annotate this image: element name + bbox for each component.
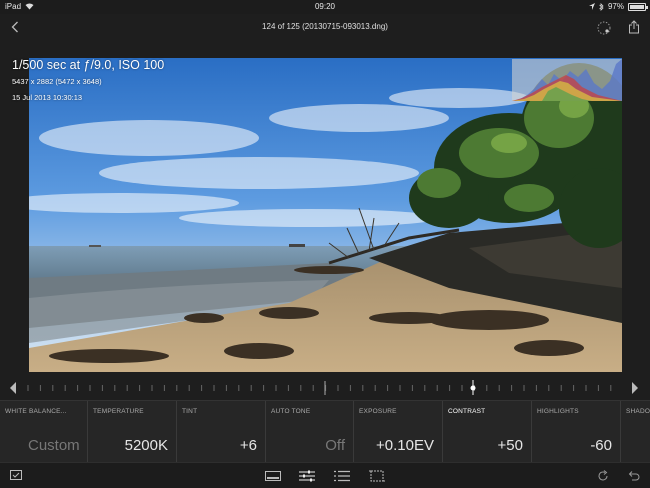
- adjustment-value: +6: [239, 437, 257, 454]
- adjustment-label: CONTRAST: [448, 408, 486, 415]
- bottom-toolbar: [0, 462, 650, 488]
- clock: 09:20: [314, 2, 336, 11]
- bluetooth-icon: [599, 2, 604, 11]
- battery-percent: 97%: [607, 2, 624, 11]
- slider-thumb[interactable]: [470, 380, 476, 395]
- adjustments-strip: WHITE BALANCE... Custom TEMPERATURE 5200K TI…: [0, 400, 650, 463]
- adjustment-shado[interactable]: SHADO: [621, 401, 650, 463]
- adjustment-label: TINT: [182, 408, 198, 415]
- adjustment-auto-tone[interactable]: AUTO TONE Off: [266, 401, 354, 463]
- redo-icon[interactable]: [596, 469, 610, 483]
- crop-icon[interactable]: [369, 468, 385, 484]
- undo-icon[interactable]: [627, 469, 641, 483]
- image-dimensions: 5437 x 2882 (5472 x 3648): [12, 77, 102, 86]
- presets-list-icon[interactable]: [334, 469, 350, 483]
- adjustment-label: WHITE BALANCE...: [5, 408, 67, 415]
- adjustment-label: EXPOSURE: [359, 408, 397, 415]
- status-bar: iPad 09:20 97%: [0, 0, 650, 14]
- adjustment-value: Custom: [28, 437, 80, 454]
- flag-icon[interactable]: [9, 469, 23, 481]
- exposure-info: 1/500 sec at ƒ/9.0, ISO 100: [12, 58, 165, 72]
- adjustment-label: HIGHLIGHTS: [537, 408, 579, 415]
- adjustment-value: -60: [590, 437, 612, 454]
- adjustment-temperature[interactable]: TEMPERATURE 5200K: [88, 401, 177, 463]
- adjustment-value: Off: [325, 437, 345, 454]
- activity-spinner-icon[interactable]: [596, 20, 612, 36]
- photo-canvas[interactable]: [29, 58, 622, 372]
- capture-date: 15 Jul 2013 10:30:13: [12, 93, 83, 102]
- location-icon: [588, 3, 595, 10]
- share-icon[interactable]: [627, 19, 641, 35]
- adjustment-value: +50: [497, 437, 523, 454]
- adjustment-label: TEMPERATURE: [93, 408, 144, 415]
- navigation-bar: 124 of 125 (20130715-093013.dng): [0, 14, 650, 40]
- adjustment-label: AUTO TONE: [271, 408, 311, 415]
- sliders-icon[interactable]: [299, 469, 315, 483]
- adjustment-exposure[interactable]: EXPOSURE +0.10EV: [354, 401, 443, 463]
- adjustment-highlights[interactable]: HIGHLIGHTS -60: [532, 401, 621, 463]
- adjustment-white-balance[interactable]: WHITE BALANCE... Custom: [0, 401, 88, 463]
- adjustment-value: 5200K: [124, 437, 168, 454]
- adjustment-contrast[interactable]: CONTRAST +50: [443, 401, 532, 463]
- photo-title: 124 of 125 (20130715-093013.dng): [262, 22, 388, 31]
- histogram[interactable]: [512, 59, 622, 101]
- filmstrip-icon[interactable]: [265, 470, 281, 482]
- adjustment-slider[interactable]: [0, 378, 650, 398]
- photo-info-overlay: 1/500 sec at ƒ/9.0, ISO 100 5437 x 2882 …: [12, 58, 164, 102]
- slider-right-arrow-icon: [632, 382, 638, 394]
- slider-left-arrow-icon: [10, 382, 16, 394]
- adjustment-value: +0.10EV: [376, 437, 434, 454]
- battery-icon: [628, 2, 648, 11]
- adjustment-tint[interactable]: TINT +6: [177, 401, 266, 463]
- adjustment-label: SHADO: [626, 408, 650, 415]
